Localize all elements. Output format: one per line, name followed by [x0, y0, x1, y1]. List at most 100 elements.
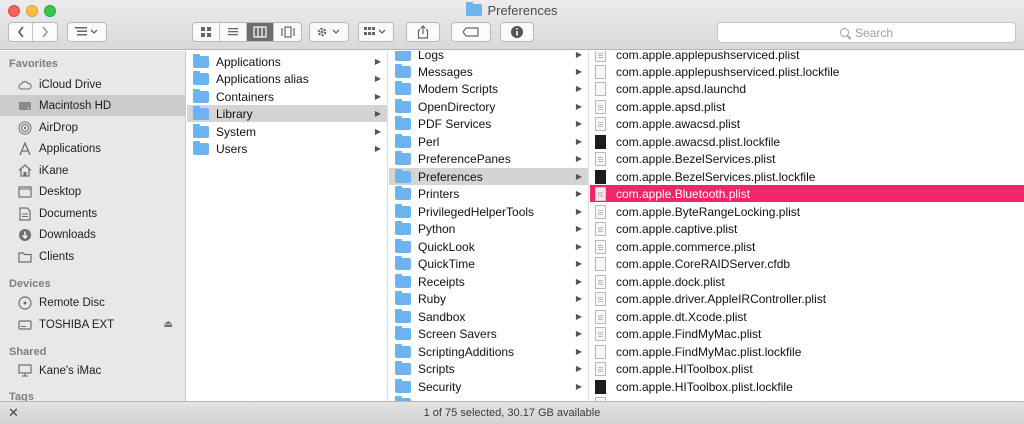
list-item[interactable]: Sandbox ▶	[389, 308, 588, 325]
file-row[interactable]: com.apple.dt.Xcode.plist	[590, 308, 1024, 325]
file-row[interactable]: com.apple.CoreRAIDServer.cfdb	[590, 255, 1024, 272]
item-name: Modem Scripts	[418, 81, 499, 96]
chevron-right-icon: ▶	[374, 57, 381, 66]
folder-icon	[18, 250, 32, 264]
list-item[interactable]: Modem Scripts ▶	[389, 80, 588, 97]
file-name: com.apple.applepushserviced.plist	[616, 51, 800, 62]
column-library: Logs ▶ Messages ▶ Modem Scripts ▶ OpenDirec…	[389, 51, 589, 401]
desktop-icon	[18, 185, 32, 199]
file-row[interactable]: com.apple.HIToolbox.plist.lockfile	[590, 378, 1024, 395]
file-name: com.apple.ByteRangeLocking.plist	[616, 204, 801, 219]
file-row-selected[interactable]: com.apple.Bluetooth.plist	[590, 185, 1024, 202]
sidebar-item-kanes-imac[interactable]: Kane's iMac	[0, 360, 185, 381]
sidebar-item-macintosh-hd[interactable]: Macintosh HD	[0, 95, 185, 116]
list-item[interactable]: PDF Services ▶	[389, 115, 588, 132]
list-item[interactable]: Printers ▶	[389, 185, 588, 202]
list-item[interactable]: OpenDirectory ▶	[389, 98, 588, 115]
file-row[interactable]: com.apple.ByteRangeLocking.plist	[590, 203, 1024, 220]
file-row[interactable]: com.apple.FindMyMac.plist.lockfile	[590, 343, 1024, 360]
list-item[interactable]: Logs ▶	[389, 51, 588, 63]
documents-icon	[18, 206, 32, 221]
folder-icon	[395, 308, 411, 323]
list-item-containers[interactable]: Containers ▶	[187, 88, 387, 105]
status-bar: ✕ 1 of 75 selected, 30.17 GB available	[0, 401, 1024, 424]
edit-tags-button[interactable]	[451, 22, 491, 42]
sidebar-item-label: Macintosh HD	[39, 99, 112, 112]
sidebar-item-downloads[interactable]: Downloads	[0, 224, 185, 245]
file-row[interactable]: com.apple.applepushserviced.plist	[590, 51, 1024, 63]
favorites-header: Favorites	[9, 58, 58, 70]
list-item-applications-alias[interactable]: Applications alias ▶	[187, 70, 387, 87]
file-row[interactable]: com.apple.BezelServices.plist.lockfile	[590, 168, 1024, 185]
item-name: QuickTime	[418, 256, 475, 271]
list-item[interactable]: Security ▶	[389, 378, 588, 395]
action-menu-button[interactable]	[309, 22, 349, 42]
tags-header: Tags	[9, 391, 34, 401]
list-item[interactable]: PrivilegedHelperTools ▶	[389, 203, 588, 220]
plist-file-icon	[595, 204, 606, 219]
list-item[interactable]: Messages ▶	[389, 63, 588, 80]
info-icon	[511, 26, 523, 38]
file-row[interactable]: com.apple.apsd.launchd	[590, 80, 1024, 97]
toolbar: Preferences Search	[0, 0, 1024, 50]
share-button[interactable]	[406, 22, 440, 42]
sidebar-item-desktop[interactable]: Desktop	[0, 181, 185, 202]
sidebar-item-label: iKane	[39, 164, 69, 177]
list-item[interactable]: PreferencePanes ▶	[389, 150, 588, 167]
chevron-right-icon	[42, 26, 49, 38]
eject-icon[interactable]: ⏏	[164, 319, 173, 330]
plist-file-icon	[595, 186, 606, 201]
list-item[interactable]: Receipts ▶	[389, 273, 588, 290]
sidebar-item-ikane[interactable]: iKane	[0, 160, 185, 181]
list-item[interactable]: Python ▶	[389, 220, 588, 237]
folder-icon	[193, 105, 209, 120]
list-item[interactable]: Ruby ▶	[389, 290, 588, 307]
list-item-system[interactable]: System ▶	[187, 123, 387, 140]
sidebar-item-clients[interactable]: Clients	[0, 246, 185, 267]
sidebar-item-icloud-drive[interactable]: iCloud Drive	[0, 74, 185, 95]
column-view-button[interactable]	[247, 23, 274, 41]
list-view-button[interactable]	[220, 23, 247, 41]
file-name: com.apple.applepushserviced.plist.lockfi…	[616, 64, 840, 79]
list-item[interactable]: Perl ▶	[389, 133, 588, 150]
list-item[interactable]: QuickLook ▶	[389, 238, 588, 255]
list-item[interactable]: QuickTime ▶	[389, 255, 588, 272]
file-row[interactable]: com.apple.apsd.plist	[590, 98, 1024, 115]
folder-icon	[395, 360, 411, 375]
coverflow-view-button[interactable]	[274, 23, 301, 41]
coverflow-view-icon	[280, 26, 295, 38]
list-item[interactable]: ScriptingAdditions ▶	[389, 343, 588, 360]
plist-file-icon	[595, 51, 606, 62]
path-menu-button[interactable]	[67, 22, 107, 42]
file-row[interactable]: com.apple.dock.plist	[590, 273, 1024, 290]
file-row[interactable]: com.apple.applepushserviced.plist.lockfi…	[590, 63, 1024, 80]
sidebar-item-documents[interactable]: Documents	[0, 203, 185, 224]
list-item-library[interactable]: Library ▶	[187, 105, 387, 122]
file-row[interactable]: com.apple.HIToolbox.plist	[590, 360, 1024, 377]
file-row[interactable]: com.apple.FindMyMac.plist	[590, 325, 1024, 342]
sidebar-item-remote-disc[interactable]: Remote Disc	[0, 292, 185, 313]
file-row[interactable]: com.apple.awacsd.plist.lockfile	[590, 133, 1024, 150]
back-button[interactable]	[9, 23, 33, 41]
list-item[interactable]: Screen Savers ▶	[389, 325, 588, 342]
item-name: Ruby	[418, 291, 447, 306]
icon-view-button[interactable]	[193, 23, 220, 41]
get-info-button[interactable]	[500, 22, 534, 42]
file-row[interactable]: com.apple.captive.plist	[590, 220, 1024, 237]
item-name: Perl	[418, 134, 440, 149]
sidebar-item-applications[interactable]: Applications	[0, 138, 185, 159]
list-item[interactable]: Scripts ▶	[389, 360, 588, 377]
file-row[interactable]: com.apple.awacsd.plist	[590, 115, 1024, 132]
list-item-preferences[interactable]: Preferences ▶	[389, 168, 588, 185]
sidebar-item-airdrop[interactable]: AirDrop	[0, 117, 185, 138]
file-row[interactable]: com.apple.BezelServices.plist	[590, 150, 1024, 167]
file-row[interactable]: com.apple.commerce.plist	[590, 238, 1024, 255]
file-row[interactable]: com.apple.driver.AppleIRController.plist	[590, 290, 1024, 307]
sidebar-item-toshiba-ext[interactable]: TOSHIBA EXT ⏏	[0, 314, 185, 335]
folder-icon	[395, 220, 411, 235]
search-field[interactable]: Search	[717, 22, 1016, 43]
arrange-menu-button[interactable]	[358, 22, 394, 42]
list-item-applications[interactable]: Applications ▶	[187, 53, 387, 70]
list-item-users[interactable]: Users ▶	[187, 140, 387, 157]
forward-button[interactable]	[33, 23, 57, 41]
